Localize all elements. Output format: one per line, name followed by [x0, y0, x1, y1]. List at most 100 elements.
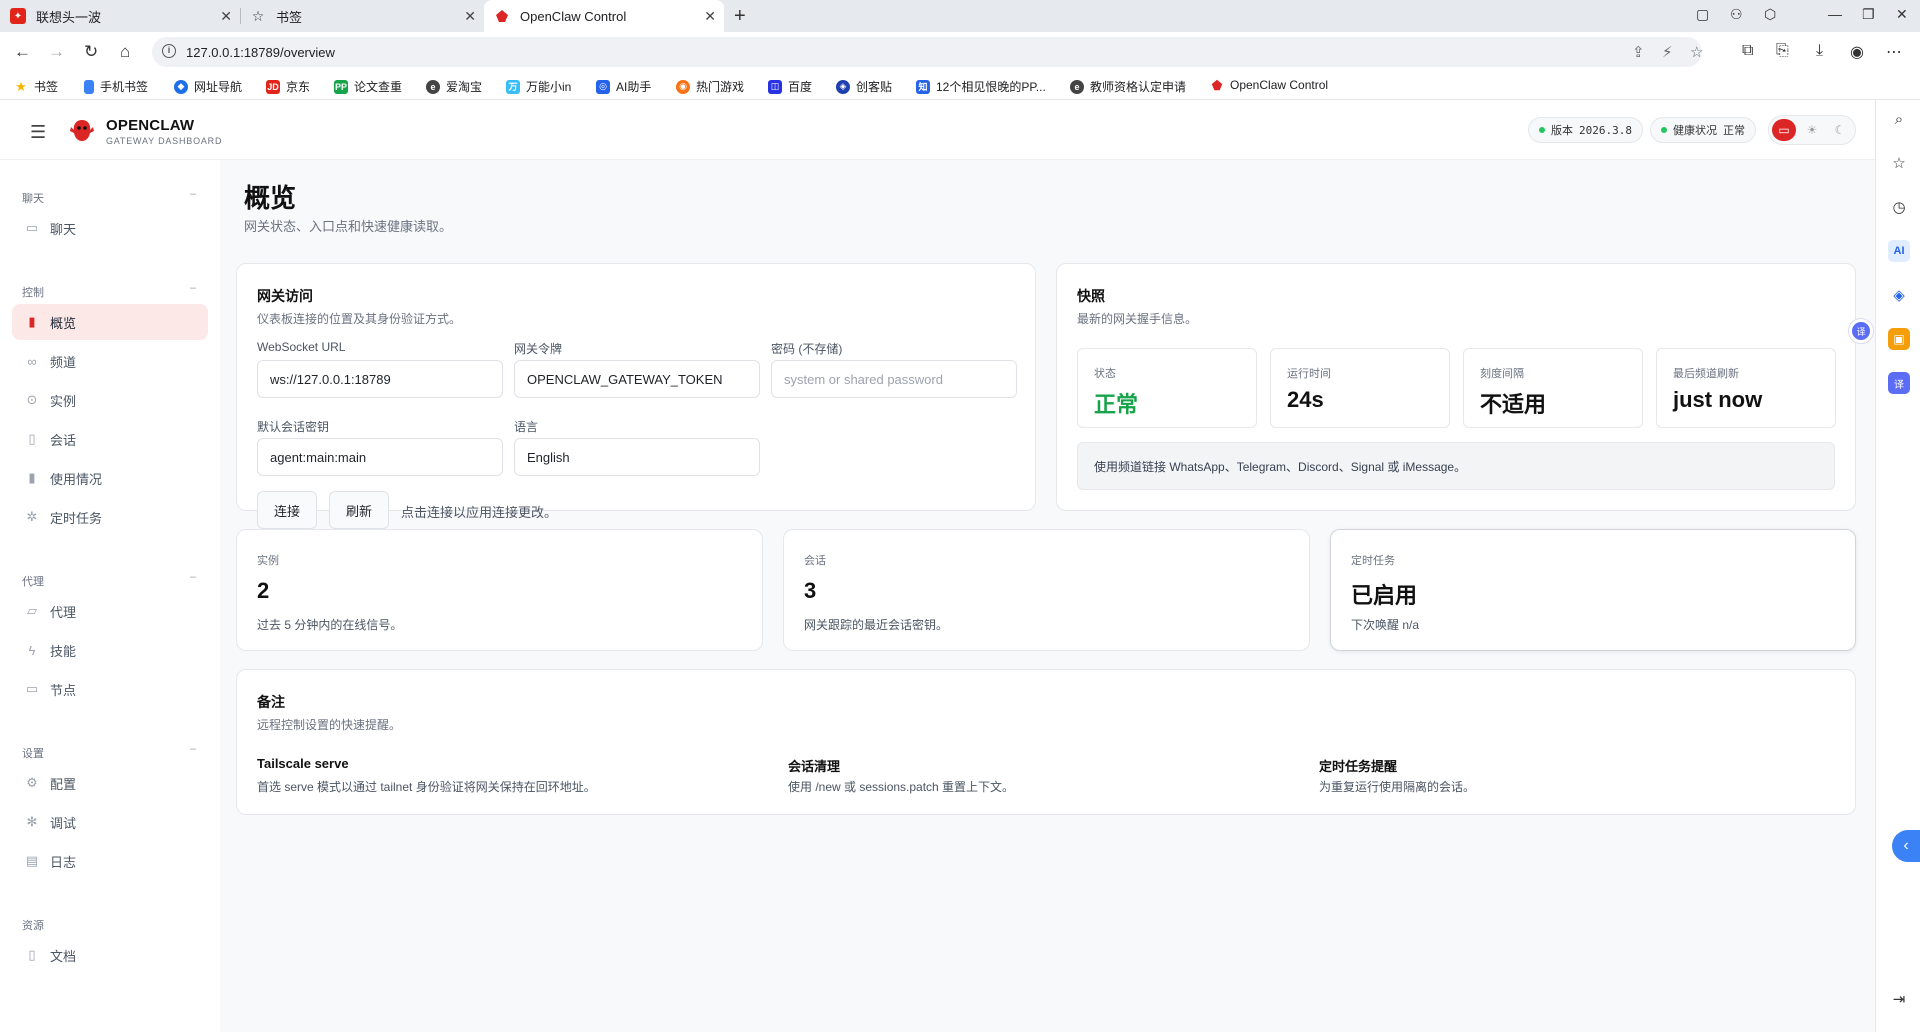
bookmark-item[interactable]: 万万能小in: [506, 78, 571, 95]
connect-button[interactable]: 连接: [257, 491, 318, 529]
sidebar-item-debug[interactable]: ✻ 调试: [12, 804, 208, 840]
url-field[interactable]: i 127.0.0.1:18789/overview ⇪ ⚡ ☆: [152, 37, 1703, 67]
page-subtitle: 网关状态、入口点和快速健康读取。: [244, 219, 453, 234]
sidebar-item-instances[interactable]: ⊙ 实例: [12, 382, 208, 418]
back-icon[interactable]: ←: [14, 42, 31, 62]
history-icon[interactable]: ◷: [1888, 196, 1910, 218]
bookmark-item[interactable]: 知 12个相见恨晚的PP...: [916, 78, 1046, 95]
bookmark-item[interactable]: e 爱淘宝: [426, 78, 482, 95]
log-icon: ▤: [25, 853, 39, 868]
collapse-icon[interactable]: –: [190, 282, 196, 294]
extensions-icon[interactable]: ⧉: [1742, 42, 1753, 60]
bookmark-item[interactable]: ◎ AI助手: [596, 78, 651, 95]
sidebar-item-config[interactable]: ⚙ 配置: [12, 765, 208, 801]
translate-icon[interactable]: 译: [1888, 372, 1910, 394]
sun-icon[interactable]: ☀: [1800, 119, 1824, 141]
browser-tab[interactable]: ☆ 书签 ✕: [240, 0, 484, 32]
window-close-icon[interactable]: ✕: [1896, 6, 1908, 23]
forward-icon[interactable]: →: [48, 42, 65, 62]
monitor-theme-icon[interactable]: ▭: [1772, 119, 1796, 141]
bookmark-item[interactable]: OpenClaw Control: [1210, 78, 1328, 92]
new-tab-icon[interactable]: +: [734, 5, 746, 28]
language-select[interactable]: [514, 438, 760, 476]
close-icon[interactable]: ✕: [220, 8, 232, 25]
restore-icon[interactable]: ❐: [1862, 6, 1875, 23]
extensions-icon[interactable]: ⬡: [1764, 6, 1776, 23]
close-icon[interactable]: ✕: [464, 8, 476, 25]
collapse-icon[interactable]: –: [190, 743, 196, 755]
sidebar-item-overview[interactable]: ▮ 概览: [12, 304, 208, 340]
refresh-button[interactable]: 刷新: [329, 491, 390, 529]
bookmark-item[interactable]: ◆ 网址导航: [174, 78, 242, 95]
favorite-star-icon[interactable]: ☆: [1690, 43, 1703, 61]
download-icon[interactable]: ⤓: [1816, 42, 1823, 60]
star-icon[interactable]: ☆: [1888, 152, 1910, 174]
bolt-icon[interactable]: ⚡: [1662, 43, 1673, 61]
ws-url-input[interactable]: [257, 360, 503, 398]
brand-subtitle: GATEWAY DASHBOARD: [106, 136, 223, 146]
search-icon[interactable]: ⌕: [1888, 108, 1910, 130]
sidebar-item-agents[interactable]: ▱ 代理: [12, 593, 208, 629]
profile-icon[interactable]: ◉: [1850, 42, 1864, 62]
screenshot-icon[interactable]: ⎘: [1776, 42, 1789, 60]
password-input[interactable]: [771, 360, 1017, 398]
sidebar-item-logs[interactable]: ▤ 日志: [12, 843, 208, 879]
briefcase-icon[interactable]: ▣: [1888, 328, 1910, 350]
section-title-agents: 代理: [22, 576, 44, 588]
expand-panel-icon[interactable]: ⇥: [1888, 988, 1910, 1010]
page-title: 概览: [244, 183, 297, 213]
minimize-icon[interactable]: —: [1828, 6, 1842, 22]
card-subtitle: 仪表板连接的位置及其身份验证方式。: [257, 312, 462, 326]
sidebar-item-skills[interactable]: ϟ 技能: [12, 632, 208, 668]
collections-icon[interactable]: ⚇: [1730, 6, 1743, 23]
note-desc: 首选 serve 模式以通过 tailnet 身份验证将网关保持在回环地址。: [257, 780, 596, 794]
sidebar-item-chat[interactable]: ▭ 聊天: [12, 210, 208, 246]
bookmark-item[interactable]: ★ 书签: [14, 78, 58, 95]
bookmark-item[interactable]: 手机书签: [84, 78, 148, 95]
collapse-panel-button[interactable]: ‹: [1892, 830, 1920, 862]
bookmark-item[interactable]: PP 论文查重: [334, 78, 402, 95]
translate-float-button[interactable]: 译: [1848, 318, 1874, 344]
moon-icon[interactable]: ☾: [1828, 119, 1852, 141]
gamepad-icon[interactable]: ◈: [1888, 284, 1910, 306]
ai-icon[interactable]: AI: [1888, 240, 1910, 262]
close-icon[interactable]: ✕: [704, 8, 716, 25]
notes-card: 备注 远程控制设置的快速提醒。 Tailscale serve 首选 serve…: [236, 669, 1856, 815]
sidebar-item-sessions[interactable]: ▯ 会话: [12, 421, 208, 457]
token-input[interactable]: [514, 360, 760, 398]
bookmark-item[interactable]: JD 京东: [266, 78, 310, 95]
sidebar-item-cron[interactable]: ✲ 定时任务: [12, 499, 208, 535]
browser-tab-active[interactable]: OpenClaw Control ✕: [484, 0, 724, 32]
bookmark-item[interactable]: ◫ 百度: [768, 78, 812, 95]
ai-assistant-icon: ◎: [596, 79, 610, 94]
bookmark-item[interactable]: ◈ 创客贴: [836, 78, 892, 95]
channels-note: 使用频道链接 WhatsApp、Telegram、Discord、Signal …: [1077, 442, 1835, 490]
collapse-icon[interactable]: –: [190, 571, 196, 583]
tab-actions-icon[interactable]: ▢: [1696, 6, 1709, 23]
home-icon[interactable]: ⌂: [120, 42, 130, 62]
folder-icon: ▱: [27, 603, 37, 618]
book-icon: ▯: [28, 947, 36, 962]
baidu-icon: ◫: [768, 79, 782, 94]
metric-card-cron: 定时任务 已启用 下次唤醒 n/a: [1330, 529, 1856, 651]
more-icon[interactable]: ⋯: [1886, 42, 1902, 62]
session-key-input[interactable]: [257, 438, 503, 476]
bookmark-item[interactable]: ◉ 热门游戏: [676, 78, 744, 95]
lenovo-icon: ✦: [10, 8, 26, 24]
note-desc: 为重复运行使用隔离的会话。: [1319, 780, 1476, 794]
chat-icon: ▭: [25, 220, 39, 235]
bookmark-item[interactable]: e 教师资格认定申请: [1070, 78, 1186, 95]
chevron-left-icon: ‹: [1903, 837, 1909, 854]
menu-icon[interactable]: ☰: [30, 122, 46, 143]
share-icon[interactable]: ⇪: [1632, 43, 1645, 61]
sidebar-item-channels[interactable]: ∞ 频道: [12, 343, 208, 379]
sidebar-item-nodes[interactable]: ▭ 节点: [12, 671, 208, 707]
reload-icon[interactable]: ↻: [84, 42, 98, 62]
bolt-icon: ϟ: [28, 642, 36, 658]
browser-tab[interactable]: ✦ 联想头一波 ✕: [0, 0, 240, 32]
sidebar-item-usage[interactable]: ▮ 使用情况: [12, 460, 208, 496]
site-info-icon[interactable]: i: [162, 44, 176, 58]
sidebar-item-docs[interactable]: ▯ 文档: [12, 937, 208, 973]
session-key-label: 默认会话密钥: [257, 420, 330, 434]
collapse-icon[interactable]: –: [190, 188, 196, 200]
